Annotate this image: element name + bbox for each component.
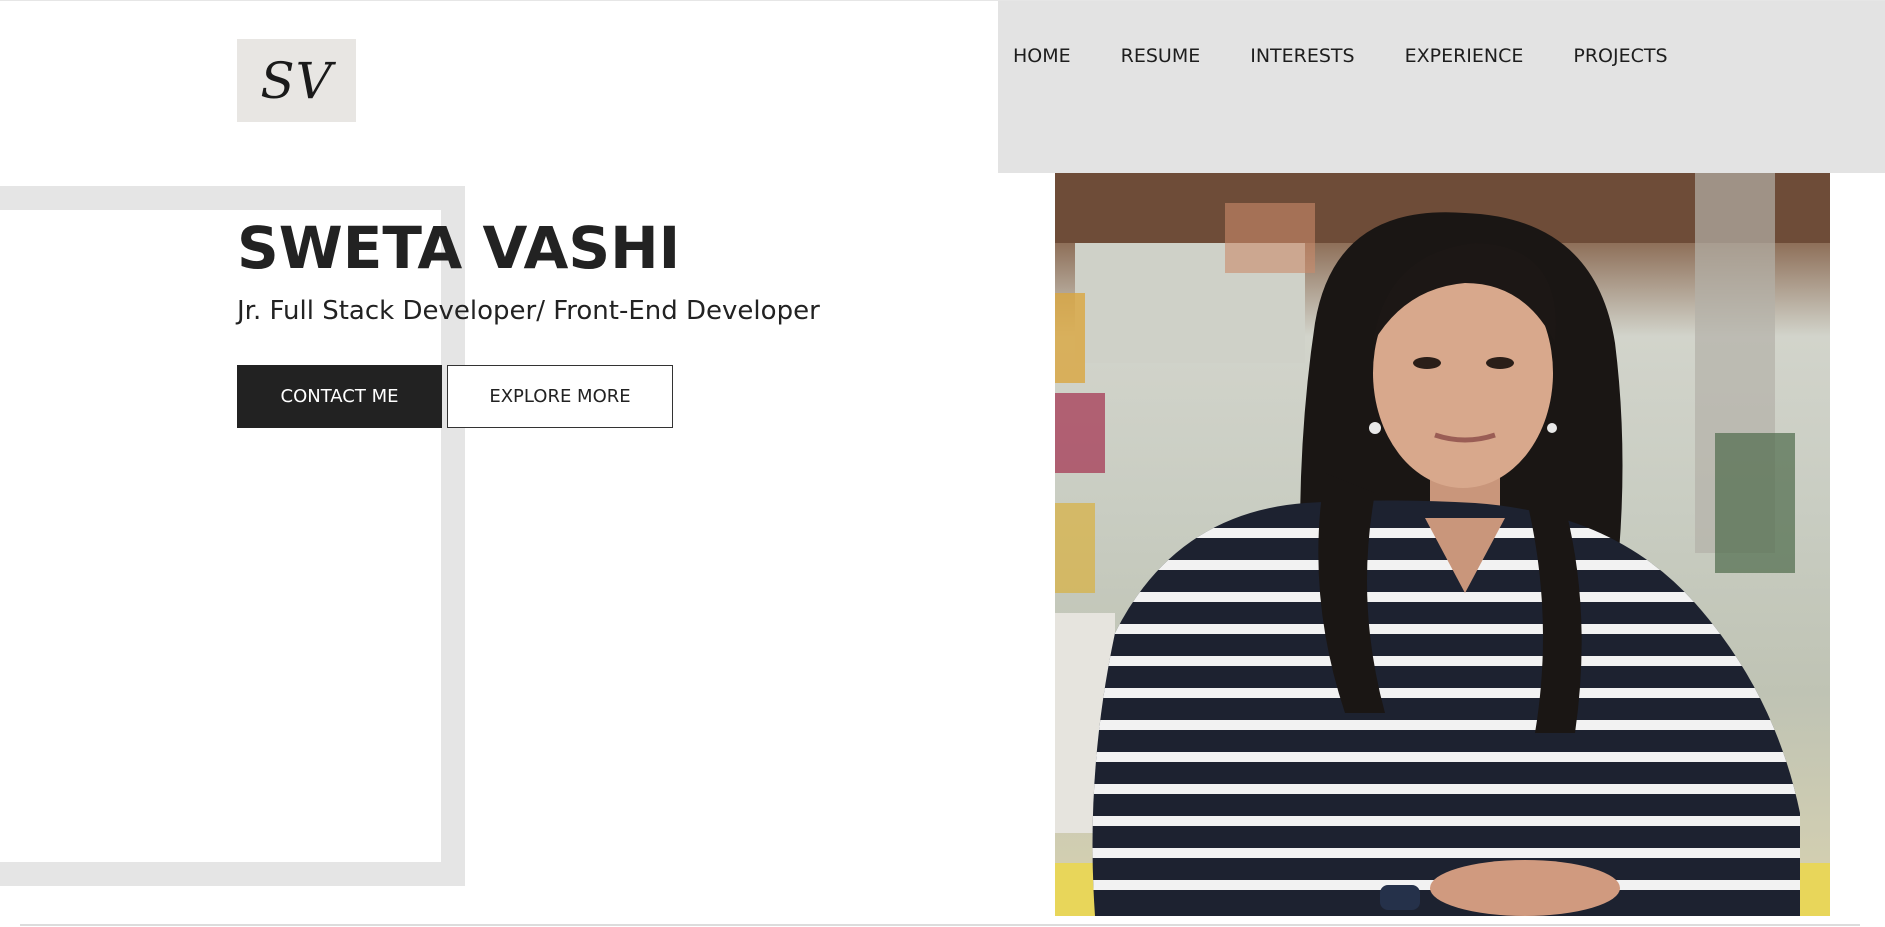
nav-item-resume[interactable]: RESUME	[1121, 45, 1201, 67]
nav-item-experience[interactable]: EXPERIENCE	[1405, 45, 1524, 67]
decorative-frame	[0, 186, 465, 886]
bottom-divider	[20, 924, 1860, 926]
profile-photo	[1055, 173, 1830, 916]
hero-subtitle: Jr. Full Stack Developer/ Front-End Deve…	[237, 296, 820, 326]
nav-background	[998, 1, 1885, 173]
nav-item-projects[interactable]: PROJECTS	[1573, 45, 1667, 67]
contact-me-button[interactable]: CONTACT ME	[237, 365, 442, 428]
logo-text: SV	[260, 51, 333, 110]
main-nav: HOME RESUME INTERESTS EXPERIENCE PROJECT…	[1013, 45, 1668, 67]
nav-item-home[interactable]: HOME	[1013, 45, 1071, 67]
site-logo[interactable]: SV	[237, 39, 356, 122]
hero-name: SWETA VASHI	[237, 214, 681, 282]
explore-more-button[interactable]: EXPLORE MORE	[447, 365, 673, 428]
profile-photo-illustration	[1055, 173, 1830, 916]
nav-item-interests[interactable]: INTERESTS	[1250, 45, 1354, 67]
